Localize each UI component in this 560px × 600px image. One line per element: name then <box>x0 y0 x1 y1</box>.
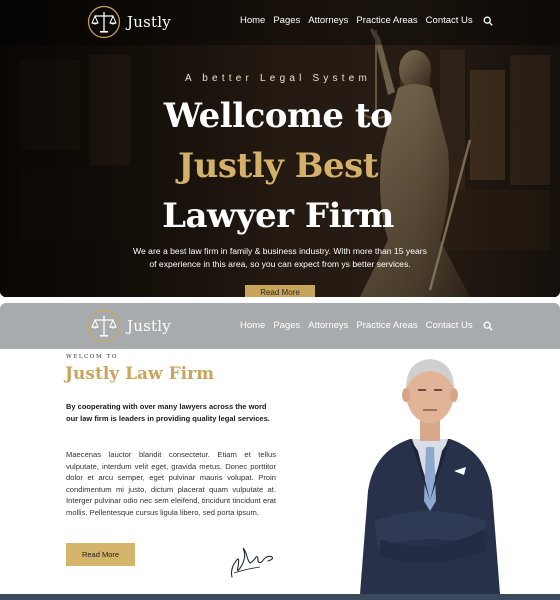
nav-item-home[interactable]: Home <box>240 320 265 331</box>
nav-item-attorneys[interactable]: Attorneys <box>308 15 348 26</box>
hero-tagline: A better Legal System <box>185 73 372 84</box>
nav-item-practice-areas[interactable]: Practice Areas <box>356 15 417 26</box>
hero-description: We are a best law firm in family & busin… <box>133 246 427 269</box>
brand-name: Justly <box>127 317 171 335</box>
about-body: Maecenas lauctor blandit consectetur. Et… <box>66 450 276 517</box>
lawyer-photo <box>360 359 500 594</box>
footer-strip <box>0 594 560 600</box>
nav-item-practice-areas[interactable]: Practice Areas <box>356 320 417 331</box>
about-title: Justly Law Firm <box>65 364 215 384</box>
brand-name: Justly <box>127 13 171 31</box>
nav-menu: Home Pages Attorneys Practice Areas Cont… <box>240 15 493 26</box>
hero-title-line-2: Justly Best <box>178 146 378 186</box>
about-read-more-button[interactable]: Read More <box>66 543 135 566</box>
about-lead: By cooperating with over many lawyers ac… <box>66 402 270 423</box>
nav-item-pages[interactable]: Pages <box>273 15 300 26</box>
signature-image <box>230 547 274 578</box>
hero-title-line-1: Wellcome to <box>163 96 393 136</box>
sticky-navigation: Justly Home Pages Attorneys Practice Are… <box>0 303 560 349</box>
nav-item-contact-us[interactable]: Contact Us <box>426 320 473 331</box>
hero-section: Justly Home Pages Attorneys Practice Are… <box>0 0 560 297</box>
search-icon[interactable] <box>483 16 493 26</box>
scales-of-justice-icon <box>87 309 121 343</box>
brand-logo-sticky[interactable]: Justly <box>85 309 171 343</box>
nav-item-contact-us[interactable]: Contact Us <box>426 15 473 26</box>
nav-item-pages[interactable]: Pages <box>273 320 300 331</box>
main-navigation: Justly Home Pages Attorneys Practice Are… <box>0 0 560 45</box>
about-eyebrow: WELCOM TO <box>66 354 118 360</box>
nav-item-attorneys[interactable]: Attorneys <box>308 320 348 331</box>
nav-menu-sticky: Home Pages Attorneys Practice Areas Cont… <box>240 320 493 331</box>
nav-item-home[interactable]: Home <box>240 15 265 26</box>
scales-of-justice-icon <box>87 5 121 39</box>
hero-read-more-button[interactable]: Read More <box>245 285 315 297</box>
about-section: Justly Home Pages Attorneys Practice Are… <box>0 303 560 594</box>
brand-logo[interactable]: Justly <box>85 5 171 39</box>
hero-title-line-3: Lawyer Firm <box>162 196 394 236</box>
search-icon[interactable] <box>483 321 493 331</box>
